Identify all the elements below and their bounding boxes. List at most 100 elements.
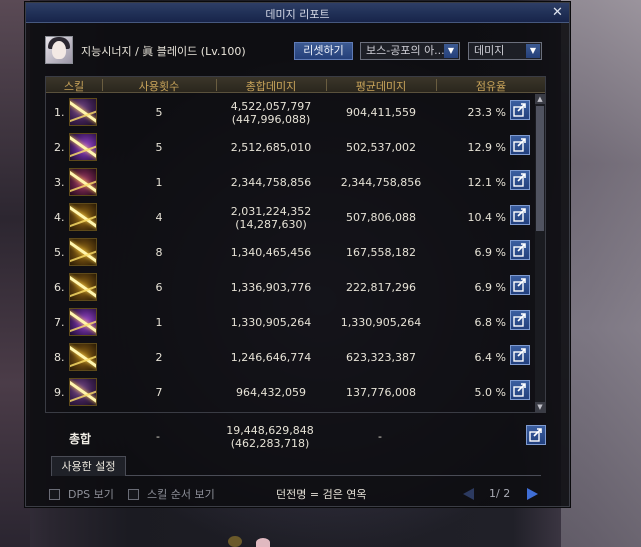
table-row: 5. 8 1,340,465,456 167,558,182 6.9 % [46, 234, 534, 269]
bottom-bar: DPS 보기 스킬 순서 보기 던전명 = 검은 연옥 1/ 2 [26, 483, 569, 505]
row-total: 964,432,059 [236, 386, 306, 399]
header-average-damage[interactable]: 평균데미지 [326, 78, 436, 94]
row-total: 2,512,685,010 [230, 141, 312, 154]
row-average: 502,537,002 [346, 141, 416, 154]
boss-select[interactable]: 보스-공포의 아... ▼ [360, 42, 460, 60]
tab-used-settings[interactable]: 사용한 설정 [51, 456, 126, 476]
header-skill[interactable]: 스킬 [46, 78, 102, 94]
row-count: 5 [155, 106, 163, 119]
skill-order-checkbox[interactable]: 스킬 순서 보기 [128, 486, 215, 502]
header-share[interactable]: 점유율 [436, 78, 546, 94]
checkbox-box[interactable] [128, 488, 139, 500]
row-rank: 5. [54, 246, 65, 259]
share-icon[interactable] [510, 100, 530, 120]
row-rank: 1. [54, 106, 65, 119]
scroll-thumb[interactable] [536, 106, 544, 231]
row-average: 2,344,758,856 [340, 176, 422, 189]
row-share: 12.9 % [467, 141, 506, 154]
row-rank: 6. [54, 281, 65, 294]
row-total-sub: (447,996,088) [231, 113, 311, 126]
share-icon[interactable] [526, 425, 546, 445]
row-share: 10.4 % [467, 211, 506, 224]
close-icon[interactable]: ✕ [550, 5, 565, 20]
row-average: 904,411,559 [346, 106, 416, 119]
row-share: 12.1 % [467, 176, 506, 189]
skill-icon [69, 98, 97, 126]
share-icon[interactable] [510, 275, 530, 295]
row-average: 167,558,182 [346, 246, 416, 259]
row-count: 5 [155, 141, 163, 154]
share-icon[interactable] [510, 380, 530, 400]
share-icon[interactable] [510, 135, 530, 155]
row-total-value: 2,031,224,352 [230, 205, 312, 218]
share-icon[interactable] [510, 205, 530, 225]
total-damage: 19,448,629,848 (462,283,718) [215, 424, 325, 450]
header-total-damage[interactable]: 총합데미지 [216, 78, 326, 94]
share-icon[interactable] [510, 345, 530, 365]
total-damage-sub: (462,283,718) [230, 437, 310, 450]
row-total: 2,344,758,856 [230, 176, 312, 189]
total-label: 총합 [69, 432, 92, 446]
table-row: 9. 7 964,432,059 137,776,008 5.0 % [46, 374, 534, 409]
skill-icon [69, 273, 97, 301]
table-row: 6. 6 1,336,903,776 222,817,296 6.9 % [46, 269, 534, 304]
table-row: 8. 2 1,246,646,774 623,323,387 6.4 % [46, 339, 534, 374]
next-page-icon[interactable] [527, 488, 538, 500]
row-count: 4 [155, 211, 163, 224]
row-rank: 9. [54, 386, 65, 399]
row-count: 8 [155, 246, 163, 259]
window-title: 데미지 리포트 [265, 8, 330, 21]
prev-page-icon[interactable] [463, 488, 474, 500]
total-damage-value: 19,448,629,848 [226, 424, 314, 437]
scroll-up-icon[interactable]: ▲ [535, 94, 545, 104]
share-icon[interactable] [510, 310, 530, 330]
row-count: 7 [155, 386, 163, 399]
row-total: 2,031,224,352 (14,287,630) [216, 205, 326, 231]
dungeon-name: 던전명 = 검은 연옥 [276, 488, 367, 501]
chevron-down-icon[interactable]: ▼ [444, 44, 458, 58]
row-rank: 2. [54, 141, 65, 154]
background-item-icon [228, 536, 242, 547]
type-select-value: 데미지 [474, 44, 505, 57]
skill-icon [69, 133, 97, 161]
character-name: 지능시너지 / 眞 블레이드 (Lv.100) [81, 45, 246, 58]
chevron-down-icon[interactable]: ▼ [526, 44, 540, 58]
titlebar[interactable]: 데미지 리포트 ✕ [26, 3, 569, 23]
table-row: 4. 4 2,031,224,352 (14,287,630) 507,806,0… [46, 199, 534, 234]
avatar [45, 36, 73, 64]
row-rank: 8. [54, 351, 65, 364]
row-total: 1,336,903,776 [230, 281, 312, 294]
row-rank: 7. [54, 316, 65, 329]
reset-button[interactable]: 리셋하기 [294, 42, 353, 60]
background-character-head [256, 538, 270, 547]
skill-icon [69, 308, 97, 336]
divider [126, 475, 541, 476]
row-total-value: 4,522,057,797 [230, 100, 312, 113]
table-row: 3. 1 2,344,758,856 2,344,758,856 12.1 % [46, 164, 534, 199]
row-share: 23.3 % [467, 106, 506, 119]
skill-order-checkbox-label: 스킬 순서 보기 [147, 488, 215, 501]
row-rank: 4. [54, 211, 65, 224]
table-header: 스킬 사용횟수 총합데미지 평균데미지 점유율 [46, 77, 545, 93]
row-total: 1,340,465,456 [230, 246, 312, 259]
row-average: 623,323,387 [346, 351, 416, 364]
header-count[interactable]: 사용횟수 [102, 78, 216, 94]
share-icon[interactable] [510, 240, 530, 260]
row-share: 6.9 % [474, 246, 506, 259]
table-body[interactable]: 1. 5 4,522,057,797 (447,996,088) 904,411,… [46, 94, 534, 412]
table-scrollbar[interactable]: ▲ ▼ [535, 94, 545, 412]
scroll-down-icon[interactable]: ▼ [535, 402, 545, 412]
skill-icon [69, 238, 97, 266]
type-select[interactable]: 데미지 ▼ [468, 42, 542, 60]
dps-checkbox[interactable]: DPS 보기 [49, 486, 114, 502]
skill-icon [69, 203, 97, 231]
table-row: 7. 1 1,330,905,264 1,330,905,264 6.8 % [46, 304, 534, 339]
row-count: 6 [155, 281, 163, 294]
character-header: 지능시너지 / 眞 블레이드 (Lv.100) 리셋하기 보스-공포의 아...… [26, 33, 569, 67]
row-average: 222,817,296 [346, 281, 416, 294]
row-share: 6.4 % [474, 351, 506, 364]
checkbox-box[interactable] [49, 488, 60, 500]
skill-icon [69, 168, 97, 196]
damage-table: 스킬 사용횟수 총합데미지 평균데미지 점유율 1. 5 4,522,057,7… [45, 76, 546, 413]
share-icon[interactable] [510, 170, 530, 190]
